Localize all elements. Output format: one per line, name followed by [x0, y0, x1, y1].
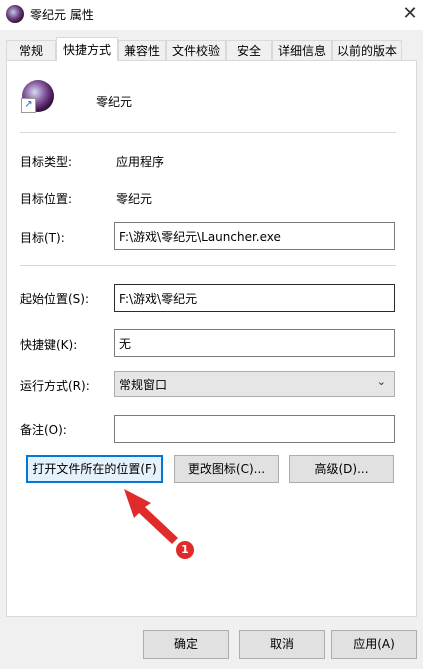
apply-button[interactable]: 应用(A)	[331, 630, 417, 659]
ok-button[interactable]: 确定	[143, 630, 229, 659]
tab-shortcut[interactable]: 快捷方式	[56, 37, 118, 61]
cancel-button[interactable]: 取消	[239, 630, 325, 659]
annotation-arrow-icon	[124, 489, 178, 544]
annotation-badge: 1	[176, 541, 194, 559]
